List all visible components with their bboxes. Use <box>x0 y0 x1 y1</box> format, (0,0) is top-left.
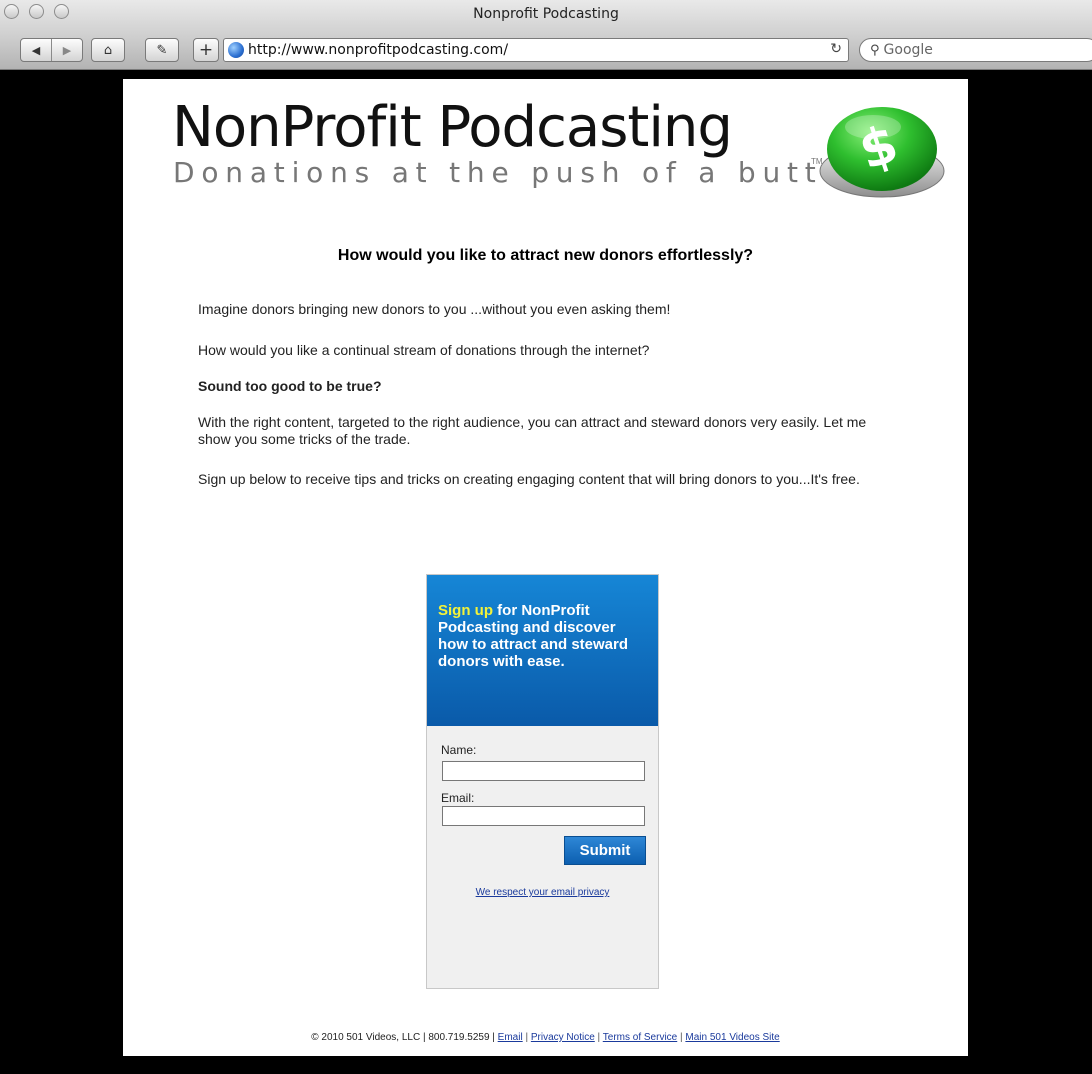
plus-icon: + <box>198 40 214 60</box>
email-field[interactable] <box>442 806 645 826</box>
url-text[interactable]: http://www.nonprofitpodcasting.com/ <box>248 42 508 58</box>
address-bar[interactable]: http://www.nonprofitpodcasting.com/ ↻ <box>223 38 849 62</box>
back-button[interactable]: ◀ <box>21 39 51 61</box>
signup-form: Sign up for NonProfit Podcasting and dis… <box>426 574 659 989</box>
search-icon: ⚲ <box>870 42 880 57</box>
footer-link-main-501-videos[interactable]: Main 501 Videos Site <box>685 1032 779 1043</box>
footer-separator: | <box>680 1032 683 1043</box>
home-button[interactable]: ⌂ <box>91 38 125 62</box>
paragraph-4: With the right content, targeted to the … <box>198 414 867 447</box>
forward-button[interactable]: ▶ <box>51 39 82 61</box>
submit-button[interactable]: Submit <box>564 836 646 865</box>
reload-icon[interactable]: ↻ <box>830 40 842 57</box>
footer-link-terms-of-service[interactable]: Terms of Service <box>603 1032 677 1043</box>
back-forward-group: ◀ ▶ <box>20 38 83 62</box>
signup-highlight: Sign up <box>438 602 493 619</box>
name-field[interactable] <box>442 761 645 781</box>
paragraph-2: How would you like a continual stream of… <box>198 342 650 358</box>
footer: © 2010 501 Videos, LLC | 800.719.5259 | … <box>123 1032 968 1043</box>
dollar-button-icon: $ <box>819 107 945 198</box>
footer-separator: | <box>597 1032 601 1043</box>
site-logo-title: NonProfit Podcasting <box>172 95 733 160</box>
add-bookmark-button[interactable]: + <box>193 38 219 62</box>
signup-header: Sign up for NonProfit Podcasting and dis… <box>427 575 658 726</box>
home-icon: ⌂ <box>103 42 113 58</box>
footer-link-email[interactable]: Email <box>498 1032 523 1043</box>
browser-toolbar: ◀ ▶ ⌂ ✎ + http://www.nonprofitpodcasting… <box>0 36 1092 70</box>
page-content: NonProfit Podcasting Donations at the pu… <box>123 79 968 1056</box>
paragraph-3-bold: Sound too good to be true? <box>198 378 382 394</box>
search-field[interactable]: ⚲ Google <box>859 38 1092 62</box>
pencil-icon: ✎ <box>156 42 168 58</box>
globe-icon <box>228 42 244 58</box>
paragraph-1: Imagine donors bringing new donors to yo… <box>198 301 671 317</box>
name-label: Name: <box>441 743 477 757</box>
site-logo-tagline: Donations at the push of a button <box>173 156 872 189</box>
page-headline: How would you like to attract new donors… <box>337 247 754 264</box>
email-privacy-link[interactable]: We respect your email privacy <box>427 887 658 898</box>
edit-bookmarks-button[interactable]: ✎ <box>145 38 179 62</box>
footer-link-privacy-notice[interactable]: Privacy Notice <box>531 1032 595 1043</box>
paragraph-5: Sign up below to receive tips and tricks… <box>198 471 860 487</box>
search-placeholder: Google <box>883 42 933 58</box>
window-titlebar: Nonprofit Podcasting <box>0 0 1092 36</box>
footer-copyright: © 2010 501 Videos, LLC | 800.719.5259 | <box>311 1032 495 1043</box>
footer-separator: | <box>525 1032 529 1043</box>
email-label: Email: <box>441 791 475 805</box>
window-title: Nonprofit Podcasting <box>473 6 619 22</box>
